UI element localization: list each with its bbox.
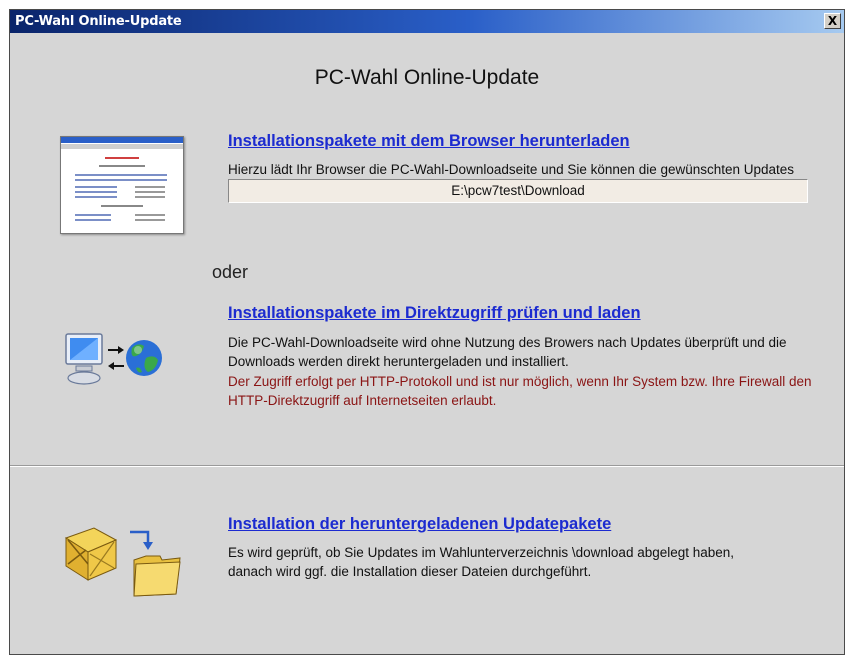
or-label: oder: [212, 262, 249, 282]
install-packages-link[interactable]: Installation der heruntergeladenen Updat…: [228, 515, 611, 534]
window-title: PC-Wahl Online-Update: [15, 14, 182, 29]
browser-screenshot-icon[interactable]: [60, 136, 184, 234]
package-folder-icon[interactable]: [64, 520, 184, 600]
title-bar: PC-Wahl Online-Update X: [10, 10, 844, 33]
direct-access-link[interactable]: Installationspakete im Direktzugriff prü…: [228, 304, 641, 323]
install-packages-description: Es wird geprüft, ob Sie Updates im Wahlu…: [228, 545, 735, 579]
section-divider: [10, 465, 844, 467]
close-icon: X: [827, 14, 838, 28]
computer-globe-icon[interactable]: [64, 328, 164, 396]
direct-access-description: Die PC-Wahl-Downloadseite wird ohne Nutz…: [228, 335, 787, 369]
direct-access-warning: Der Zugriff erfolgt per HTTP-Protokoll u…: [228, 374, 812, 408]
download-path-field[interactable]: E:\pcw7test\Download: [228, 179, 808, 203]
browser-download-link[interactable]: Installationspakete mit dem Browser heru…: [228, 132, 630, 151]
update-dialog: PC-Wahl Online-Update X PC-Wahl Online-U…: [9, 9, 845, 655]
page-title: PC-Wahl Online-Update: [314, 66, 540, 89]
close-button[interactable]: X: [824, 13, 841, 29]
